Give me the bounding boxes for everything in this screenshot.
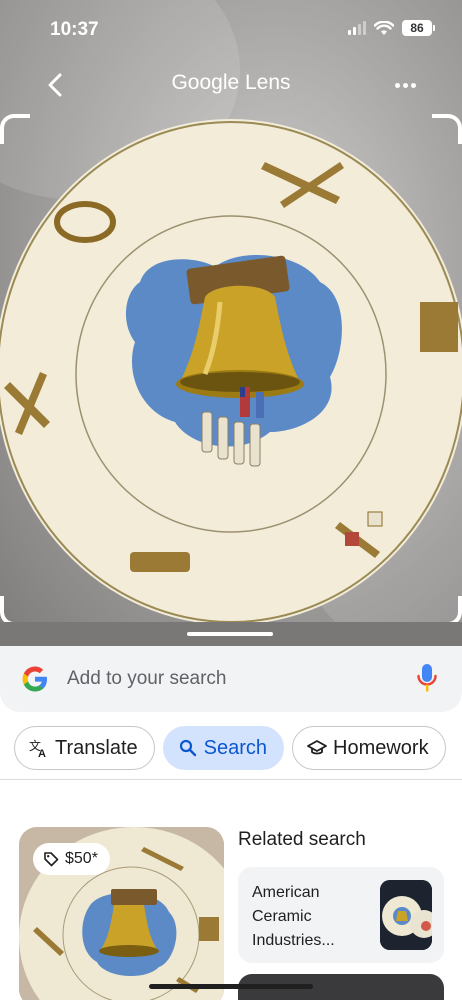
- signal-icon: [348, 21, 366, 35]
- related-search-thumbnail: [380, 880, 432, 950]
- home-indicator: [149, 984, 313, 989]
- battery-indicator: 86: [402, 20, 435, 36]
- related-search-label: American Ceramic Industries...: [252, 884, 335, 949]
- price-badge: $50*: [33, 843, 110, 875]
- search-bar[interactable]: Add to your search: [0, 646, 462, 712]
- related-search-title: Related search: [238, 829, 366, 850]
- chip-search[interactable]: Search: [162, 726, 285, 770]
- result-card[interactable]: $50*: [19, 827, 224, 1000]
- status-bar: 10:37 86: [0, 0, 462, 60]
- lens-header: Google Lens: [0, 62, 462, 106]
- chip-translate[interactable]: 文A Translate: [14, 726, 155, 770]
- search-input[interactable]: Add to your search: [67, 668, 226, 690]
- chips-divider: [0, 779, 462, 780]
- status-icons: 86: [348, 20, 435, 36]
- related-search-item[interactable]: American Ceramic Industries...: [238, 867, 444, 963]
- plate-image: [0, 119, 462, 625]
- drag-handle[interactable]: [187, 632, 273, 636]
- status-time: 10:37: [50, 19, 99, 40]
- price-label: $50*: [65, 850, 98, 867]
- results-sheet: Add to your search 文A Translate Search H…: [0, 622, 462, 1000]
- more-options-button[interactable]: [388, 68, 422, 102]
- google-g-icon: [22, 666, 47, 692]
- chip-homework[interactable]: Homework: [292, 726, 446, 770]
- search-icon: [178, 738, 198, 758]
- chip-translate-label: Translate: [55, 736, 138, 759]
- more-horizontal-icon: [394, 82, 400, 88]
- chip-search-label: Search: [203, 736, 268, 759]
- svg-text:A: A: [38, 748, 46, 758]
- chip-homework-label: Homework: [333, 736, 429, 759]
- mic-icon[interactable]: [416, 662, 438, 694]
- filter-chips: 文A Translate Search Homework: [14, 726, 446, 770]
- crop-handle-top-left[interactable]: [0, 114, 30, 144]
- translate-icon: 文A: [29, 738, 49, 758]
- tag-icon: [44, 852, 59, 867]
- crop-handle-top-right[interactable]: [432, 114, 462, 144]
- graduation-cap-icon: [307, 738, 327, 758]
- wifi-icon: [374, 20, 394, 35]
